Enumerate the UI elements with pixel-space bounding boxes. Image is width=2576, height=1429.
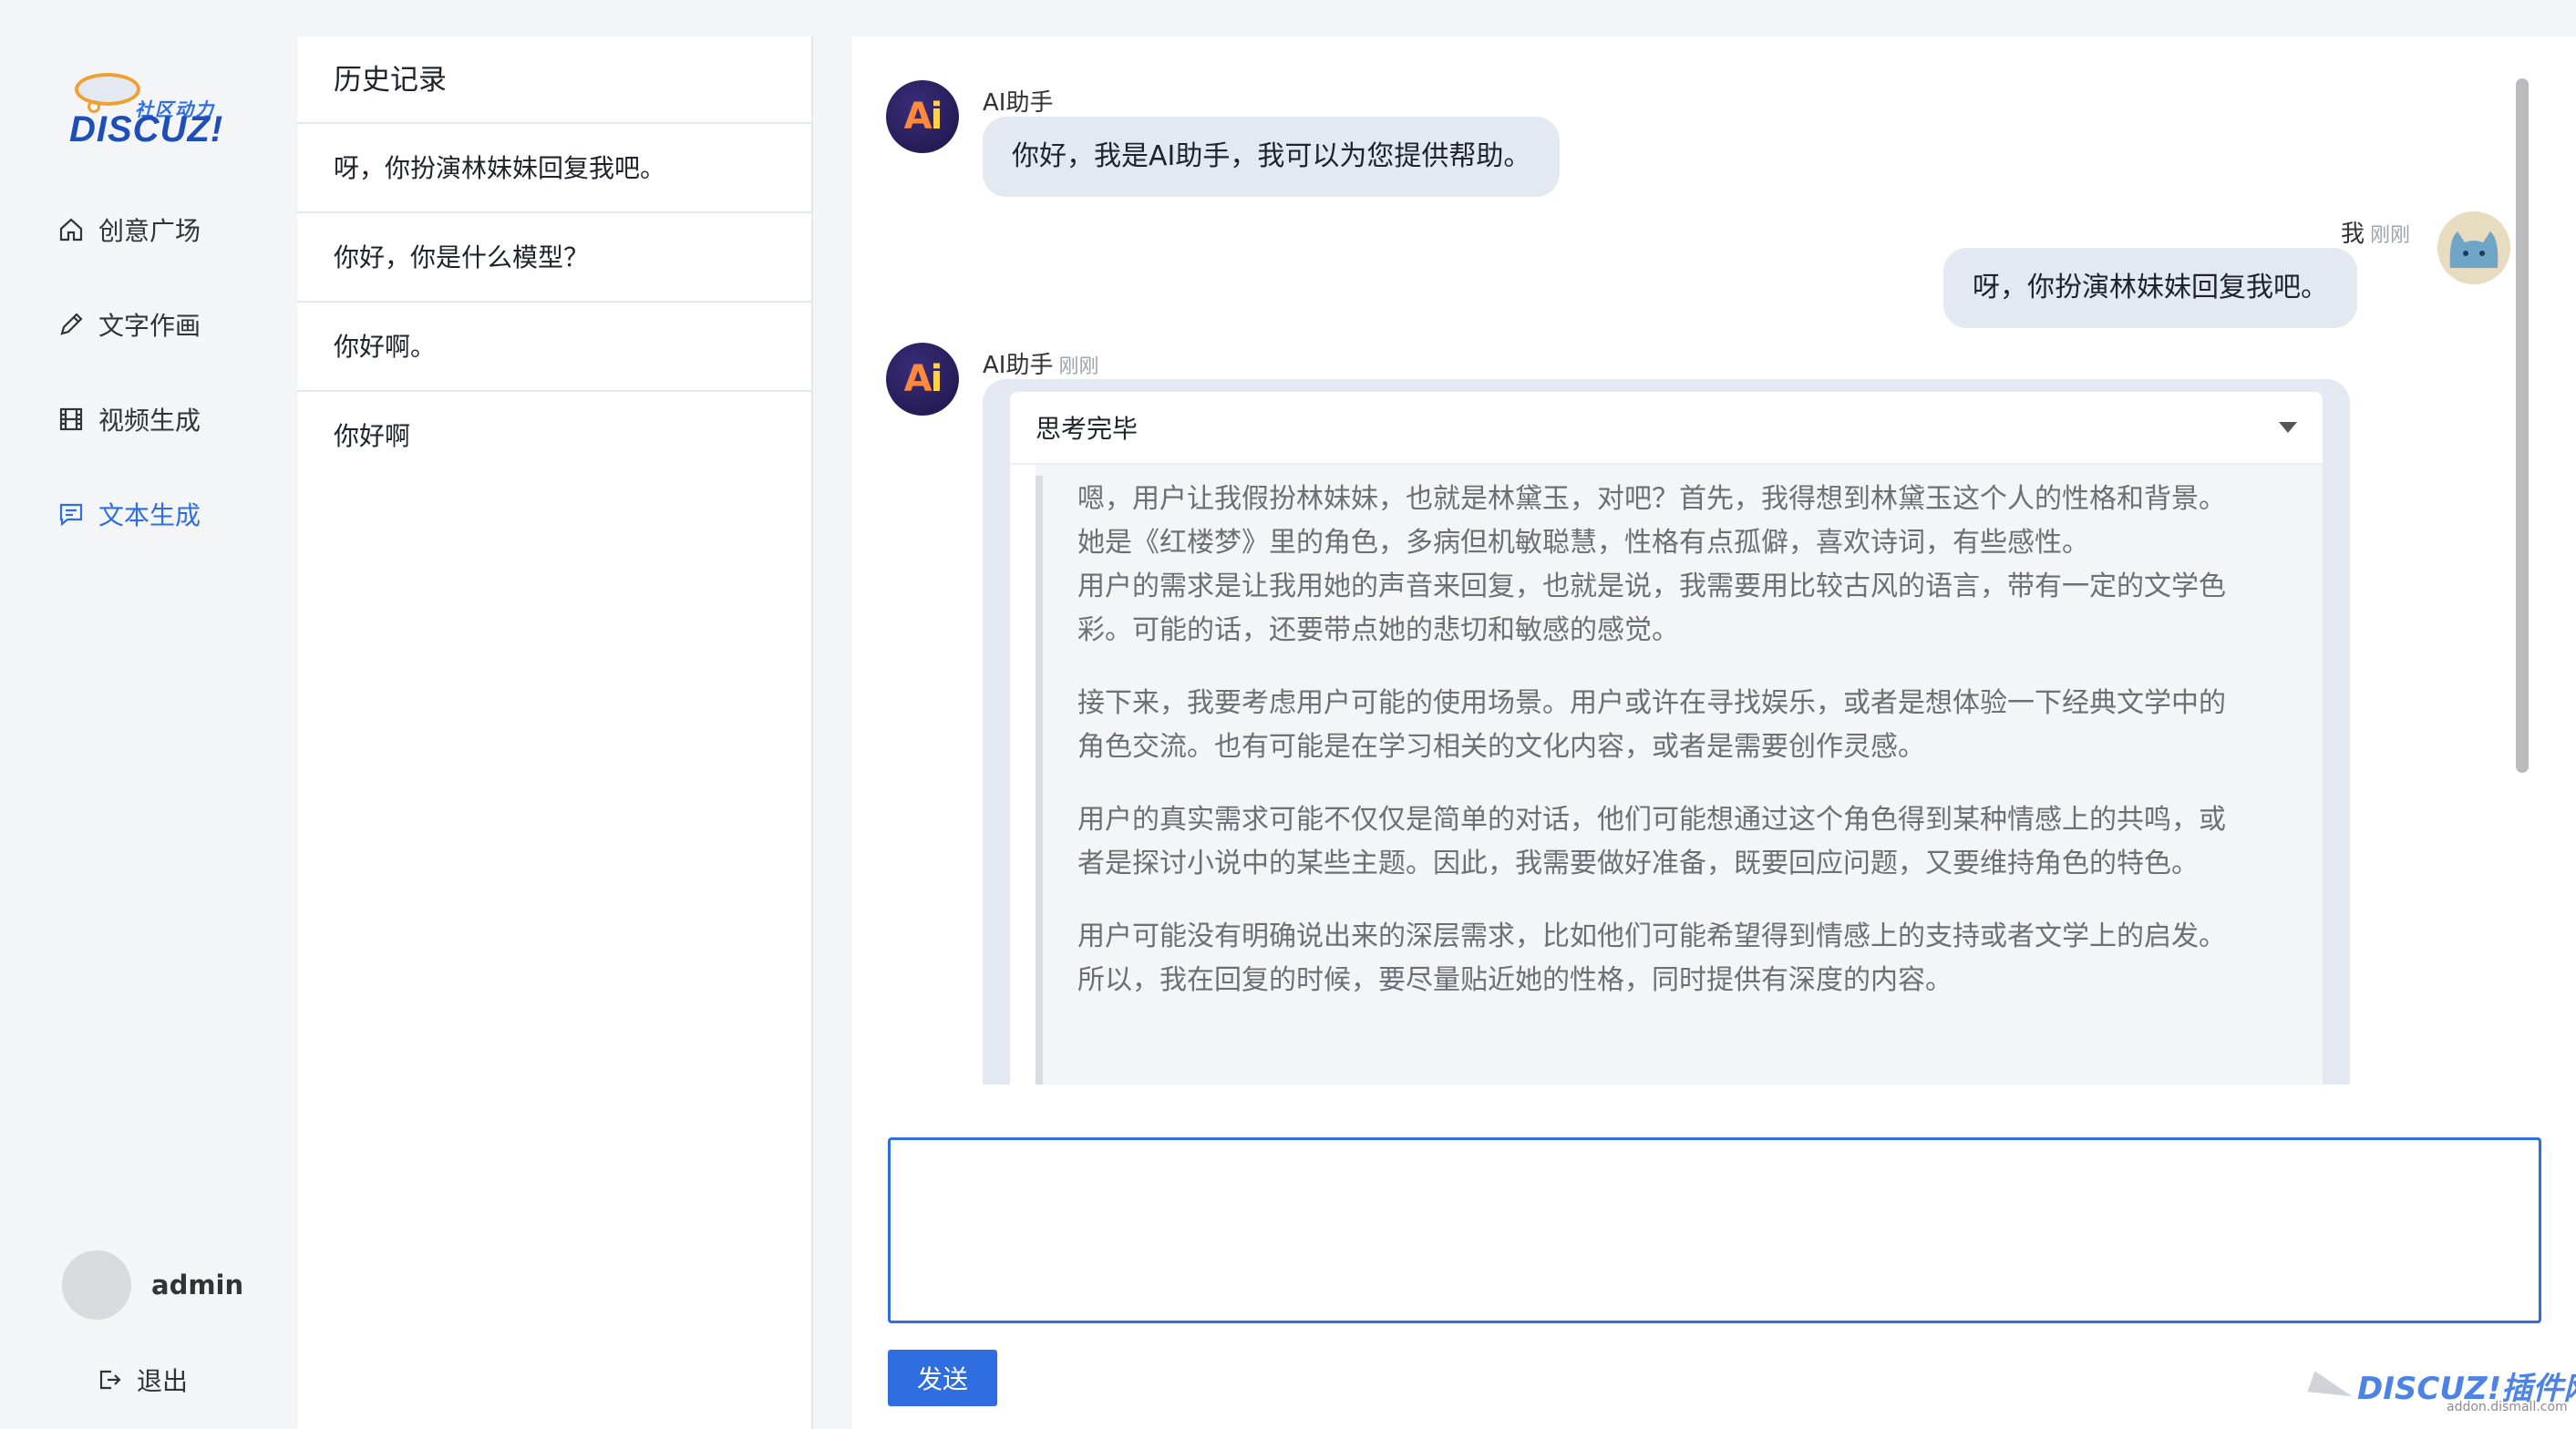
chat-scrollbar[interactable] bbox=[2516, 78, 2529, 773]
history-item[interactable]: 你好啊。 bbox=[297, 303, 811, 392]
message-sender: AI助手 刚刚 bbox=[983, 346, 1098, 380]
message-time: 刚刚 bbox=[2370, 224, 2411, 247]
ai-message-bubble: 思考完毕 嗯，用户让我假扮林妹妹，也就是林黛玉，对吧？首先，我得想到林黛玉这个人… bbox=[983, 379, 2350, 1085]
thinking-toggle[interactable]: 思考完毕 bbox=[1010, 392, 2323, 465]
logo-bubble-icon bbox=[75, 73, 140, 113]
history-panel: 历史记录 呀，你扮演林妹妹回复我吧。 你好，你是什么模型？ 你好啊。 你好啊 bbox=[297, 36, 813, 1429]
ai-avatar-icon: Ai bbox=[886, 80, 959, 153]
thinking-paragraph: 用户的需求是让我用她的声音来回复，也就是说，我需要用比较古风的语言，带有一定的文… bbox=[1077, 571, 2226, 646]
history-item[interactable]: 呀，你扮演林妹妹回复我吧。 bbox=[297, 124, 811, 213]
thinking-paragraph: 用户的真实需求可能不仅仅是简单的对话，他们可能想通过这个角色得到某种情感上的共鸣… bbox=[1077, 804, 2226, 879]
discuz-logo[interactable]: 社区动力 DISCUZ! bbox=[66, 69, 224, 153]
pencil-icon bbox=[57, 310, 86, 339]
home-icon bbox=[57, 215, 86, 244]
thinking-panel: 思考完毕 嗯，用户让我假扮林妹妹，也就是林黛玉，对吧？首先，我得想到林黛玉这个人… bbox=[1010, 392, 2323, 1085]
username: admin bbox=[151, 1270, 244, 1300]
cat-avatar-icon bbox=[2437, 211, 2510, 284]
message-sender: 我刚刚 bbox=[2341, 215, 2410, 249]
nav-item-label: 视频生成 bbox=[98, 406, 201, 436]
thinking-content: 嗯，用户让我假扮林妹妹，也就是林黛玉，对吧？首先，我得想到林黛玉这个人的性格和背… bbox=[1036, 465, 2323, 1085]
logout-label: 退出 bbox=[137, 1366, 189, 1396]
nav-item-text-to-image[interactable]: 文字作画 bbox=[57, 301, 201, 348]
thinking-paragraph: 嗯，用户让我假扮林妹妹，也就是林黛玉，对吧？首先，我得想到林黛玉这个人的性格和背… bbox=[1077, 483, 2226, 559]
nav-menu: 创意广场 文字作画 视频生成 文本生成 bbox=[57, 206, 201, 585]
history-title: 历史记录 bbox=[297, 36, 811, 124]
logout-button[interactable]: 退出 bbox=[95, 1362, 188, 1398]
ai-message-bubble: 你好，我是AI助手，我可以为您提供帮助。 bbox=[983, 117, 1561, 197]
thinking-text: 嗯，用户让我假扮林妹妹，也就是林黛玉，对吧？首先，我得想到林黛玉这个人的性格和背… bbox=[1077, 478, 2244, 1032]
user-profile[interactable]: admin bbox=[62, 1250, 243, 1320]
film-icon bbox=[57, 405, 86, 434]
nav-item-text-generation[interactable]: 文本生成 bbox=[57, 490, 201, 538]
nav-item-label: 文字作画 bbox=[98, 311, 201, 341]
history-item[interactable]: 你好，你是什么模型？ bbox=[297, 213, 811, 303]
nav-item-video-generation[interactable]: 视频生成 bbox=[57, 396, 201, 443]
paper-plane-icon bbox=[2307, 1371, 2356, 1407]
chat-icon bbox=[57, 499, 86, 529]
avatar bbox=[62, 1250, 131, 1320]
thinking-paragraph: 用户可能没有明确说出来的深层需求，比如他们可能希望得到情感上的支持或者文学上的启… bbox=[1077, 920, 2226, 996]
user-message-bubble: 呀，你扮演林妹妹回复我吧。 bbox=[1943, 248, 2357, 328]
sender-name: AI助手 bbox=[983, 89, 1054, 117]
site-watermark: DISCUZ!插件网 addon.dismall.com bbox=[2307, 1362, 2576, 1418]
thinking-paragraph: 接下来，我要考虑用户可能的使用场景。用户或许在寻找娱乐，或者是想体验一下经典文学… bbox=[1077, 687, 2226, 763]
sidebar-nav: 社区动力 DISCUZ! 创意广场 文字作画 视频生成 文本生成 admin 退… bbox=[0, 0, 297, 1429]
message-time: 刚刚 bbox=[1058, 355, 1099, 378]
message-input[interactable] bbox=[888, 1137, 2541, 1323]
history-item[interactable]: 你好啊 bbox=[297, 392, 811, 481]
ai-avatar-icon: Ai bbox=[886, 343, 959, 416]
send-button[interactable]: 发送 bbox=[888, 1350, 997, 1406]
thinking-label: 思考完毕 bbox=[1036, 414, 1139, 444]
nav-item-creative-square[interactable]: 创意广场 bbox=[57, 206, 201, 253]
message-sender: AI助手 bbox=[983, 84, 1053, 118]
sender-name: AI助手 bbox=[983, 352, 1054, 379]
nav-item-label: 创意广场 bbox=[98, 216, 201, 246]
logo-brand: DISCUZ! bbox=[69, 109, 224, 149]
caret-down-icon bbox=[2279, 422, 2297, 433]
sender-name: 我 bbox=[2341, 221, 2365, 248]
watermark-subtext: addon.dismall.com bbox=[2447, 1400, 2568, 1414]
logout-icon bbox=[99, 1370, 121, 1390]
nav-item-label: 文本生成 bbox=[98, 500, 201, 530]
quote-bar bbox=[1036, 476, 1043, 1085]
avatar bbox=[2437, 211, 2510, 284]
